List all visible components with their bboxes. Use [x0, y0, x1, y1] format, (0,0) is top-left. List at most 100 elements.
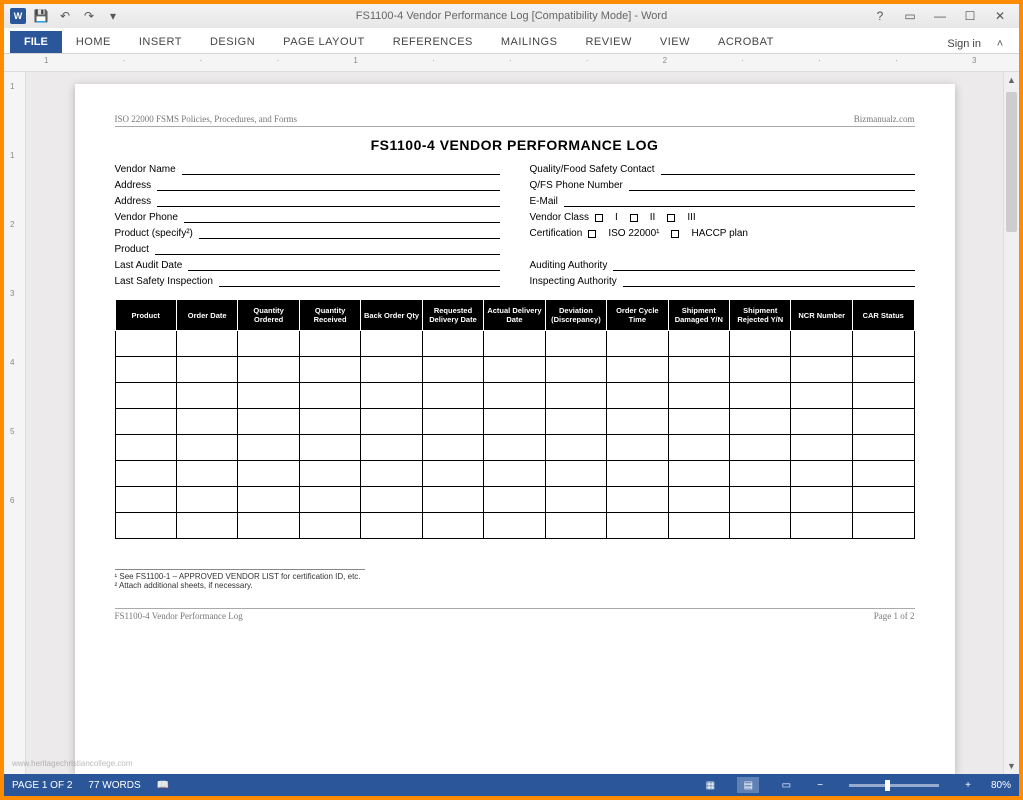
checkbox-class-3[interactable]	[667, 214, 675, 222]
zoom-out-button[interactable]: −	[813, 780, 827, 791]
horizontal-ruler[interactable]: 1 · · · 1 · · · 2 · · · 3 · · · 4 · · · …	[4, 54, 1019, 72]
table-cell[interactable]	[545, 409, 606, 435]
table-cell[interactable]	[422, 435, 483, 461]
table-cell[interactable]	[484, 487, 545, 513]
table-cell[interactable]	[852, 487, 914, 513]
field-address2[interactable]	[157, 195, 499, 207]
tab-view[interactable]: VIEW	[646, 31, 704, 53]
table-cell[interactable]	[484, 435, 545, 461]
table-cell[interactable]	[791, 487, 852, 513]
table-cell[interactable]	[238, 487, 299, 513]
table-cell[interactable]	[484, 383, 545, 409]
table-cell[interactable]	[361, 409, 422, 435]
table-cell[interactable]	[299, 331, 360, 357]
tab-file[interactable]: FILE	[10, 31, 62, 53]
table-cell[interactable]	[852, 461, 914, 487]
table-cell[interactable]	[299, 383, 360, 409]
table-cell[interactable]	[484, 357, 545, 383]
table-cell[interactable]	[115, 513, 176, 539]
field-last-safety[interactable]	[219, 275, 500, 287]
table-cell[interactable]	[791, 357, 852, 383]
page-scroll[interactable]: ISO 22000 FSMS Policies, Procedures, and…	[26, 72, 1003, 774]
table-cell[interactable]	[115, 409, 176, 435]
tab-page-layout[interactable]: PAGE LAYOUT	[269, 31, 379, 53]
table-cell[interactable]	[238, 513, 299, 539]
table-cell[interactable]	[484, 461, 545, 487]
table-cell[interactable]	[176, 487, 237, 513]
table-cell[interactable]	[791, 461, 852, 487]
field-address1[interactable]	[157, 179, 499, 191]
table-row[interactable]	[115, 487, 914, 513]
table-cell[interactable]	[361, 513, 422, 539]
table-row[interactable]	[115, 435, 914, 461]
table-cell[interactable]	[730, 435, 791, 461]
table-cell[interactable]	[668, 461, 729, 487]
zoom-slider[interactable]	[849, 784, 939, 787]
table-cell[interactable]	[299, 461, 360, 487]
table-cell[interactable]	[730, 461, 791, 487]
table-row[interactable]	[115, 331, 914, 357]
table-cell[interactable]	[607, 487, 668, 513]
tab-insert[interactable]: INSERT	[125, 31, 196, 53]
table-cell[interactable]	[730, 409, 791, 435]
table-cell[interactable]	[361, 461, 422, 487]
table-cell[interactable]	[115, 435, 176, 461]
table-cell[interactable]	[791, 513, 852, 539]
table-row[interactable]	[115, 409, 914, 435]
table-cell[interactable]	[607, 331, 668, 357]
table-cell[interactable]	[176, 331, 237, 357]
table-cell[interactable]	[422, 383, 483, 409]
table-cell[interactable]	[115, 331, 176, 357]
field-product-specify[interactable]	[199, 227, 500, 239]
tab-home[interactable]: HOME	[62, 31, 125, 53]
table-cell[interactable]	[545, 513, 606, 539]
scrollbar-thumb[interactable]	[1006, 92, 1017, 232]
word-app-icon[interactable]: W	[10, 8, 26, 24]
field-last-audit[interactable]	[188, 259, 499, 271]
undo-icon[interactable]: ↶	[56, 7, 74, 25]
table-cell[interactable]	[361, 383, 422, 409]
status-words[interactable]: 77 WORDS	[88, 780, 140, 791]
table-cell[interactable]	[852, 513, 914, 539]
field-vendor-name[interactable]	[182, 163, 500, 175]
table-cell[interactable]	[852, 383, 914, 409]
document-page[interactable]: ISO 22000 FSMS Policies, Procedures, and…	[75, 84, 955, 774]
table-cell[interactable]	[791, 409, 852, 435]
view-print-icon[interactable]: ▤	[737, 777, 759, 793]
table-cell[interactable]	[607, 461, 668, 487]
tab-review[interactable]: REVIEW	[571, 31, 645, 53]
field-product[interactable]	[155, 243, 500, 255]
view-web-icon[interactable]: ▭	[775, 777, 797, 793]
vertical-scrollbar[interactable]: ▲ ▼	[1003, 72, 1019, 774]
scroll-up-icon[interactable]: ▲	[1004, 72, 1019, 88]
table-cell[interactable]	[545, 357, 606, 383]
table-cell[interactable]	[484, 513, 545, 539]
table-cell[interactable]	[176, 435, 237, 461]
table-cell[interactable]	[115, 461, 176, 487]
table-cell[interactable]	[299, 435, 360, 461]
field-inspecting-auth[interactable]	[623, 275, 915, 287]
maximize-icon[interactable]: ☐	[957, 7, 983, 25]
table-cell[interactable]	[852, 409, 914, 435]
table-cell[interactable]	[668, 435, 729, 461]
table-cell[interactable]	[730, 487, 791, 513]
tab-acrobat[interactable]: ACROBAT	[704, 31, 788, 53]
checkbox-iso22000[interactable]	[588, 230, 596, 238]
table-cell[interactable]	[361, 331, 422, 357]
save-icon[interactable]: 💾	[32, 7, 50, 25]
field-quality-contact[interactable]	[661, 163, 915, 175]
table-row[interactable]	[115, 383, 914, 409]
table-cell[interactable]	[545, 383, 606, 409]
table-cell[interactable]	[422, 461, 483, 487]
table-cell[interactable]	[361, 357, 422, 383]
table-cell[interactable]	[484, 409, 545, 435]
minimize-icon[interactable]: —	[927, 7, 953, 25]
table-cell[interactable]	[299, 513, 360, 539]
table-cell[interactable]	[791, 331, 852, 357]
table-cell[interactable]	[115, 357, 176, 383]
table-cell[interactable]	[668, 409, 729, 435]
table-cell[interactable]	[852, 331, 914, 357]
table-cell[interactable]	[668, 357, 729, 383]
status-proofing-icon[interactable]: 📖	[157, 780, 169, 791]
table-cell[interactable]	[730, 357, 791, 383]
